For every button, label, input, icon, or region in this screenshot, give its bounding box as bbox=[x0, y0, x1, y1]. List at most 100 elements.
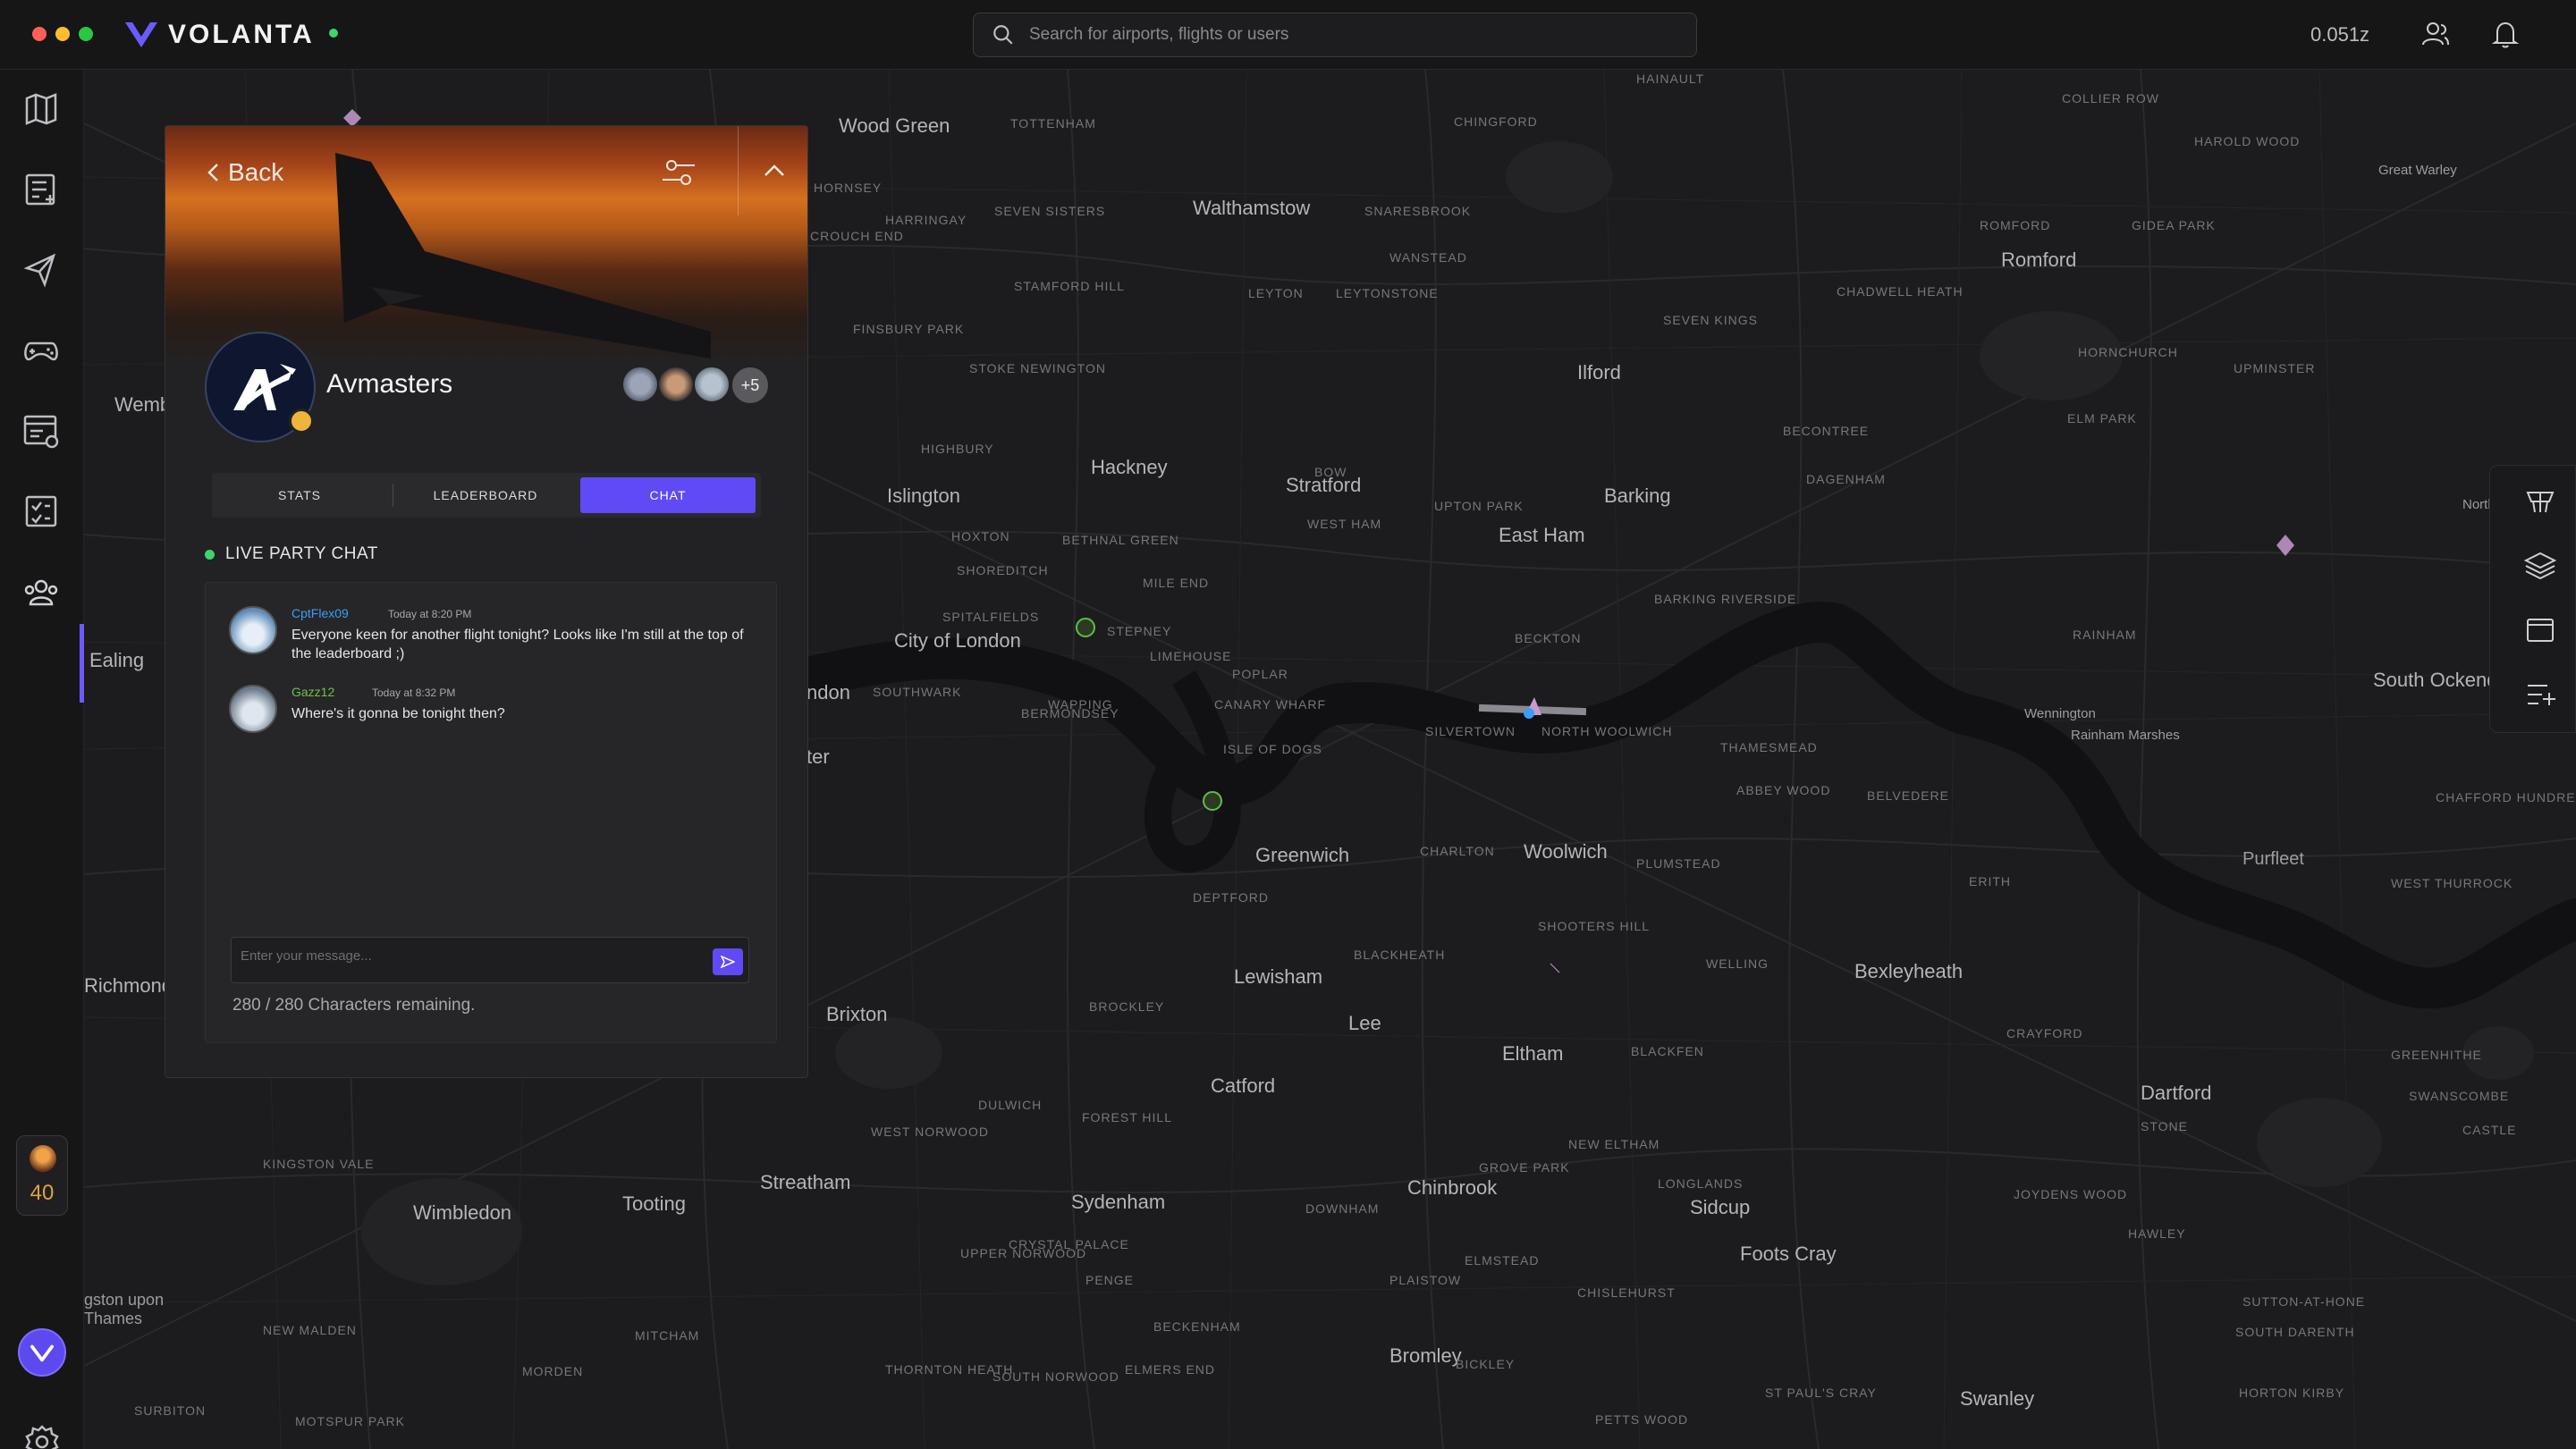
brand-logo: VOLANTA bbox=[123, 16, 338, 54]
title-bar: VOLANTA 0.051z bbox=[0, 0, 2576, 70]
search-bar[interactable] bbox=[973, 13, 1697, 57]
member-avatar[interactable] bbox=[693, 366, 731, 403]
map-label: CHAFFORD HUNDRED bbox=[2436, 790, 2576, 805]
map-label: STEPNEY bbox=[1107, 624, 1172, 638]
map-label: SNARESBROOK bbox=[1364, 204, 1472, 218]
map-label: GREENHITHE bbox=[2391, 1048, 2482, 1062]
map-label: GIDEA PARK bbox=[2132, 218, 2216, 232]
map-label: CANARY WHARF bbox=[1214, 697, 1327, 712]
message-username[interactable]: CptFlex09 bbox=[291, 606, 349, 620]
map-label: CROUCH END bbox=[810, 229, 904, 243]
map-label: BECKENHAM bbox=[1153, 1319, 1241, 1334]
message-avatar[interactable] bbox=[229, 685, 277, 733]
map-label: DOWNHAM bbox=[1305, 1201, 1380, 1216]
message-timestamp: Today at 8:32 PM bbox=[372, 687, 456, 699]
map-label: SPITALFIELDS bbox=[942, 610, 1040, 624]
map-label: BLACKHEATH bbox=[1354, 948, 1446, 962]
settings-icon[interactable] bbox=[21, 1421, 63, 1449]
map-label: CRYSTAL PALACE bbox=[1009, 1237, 1129, 1251]
window-icon[interactable] bbox=[2522, 612, 2558, 648]
checklist-icon[interactable] bbox=[20, 490, 63, 533]
tab-stats[interactable]: STATS bbox=[219, 477, 380, 513]
back-button[interactable]: Back bbox=[205, 158, 283, 187]
map-label: BELVEDERE bbox=[1867, 788, 1949, 803]
map-label: BECKTON bbox=[1515, 631, 1582, 645]
gamepad-icon[interactable] bbox=[20, 329, 63, 372]
zulu-clock: 0.051z bbox=[2310, 23, 2370, 46]
map-label: Dartford bbox=[2141, 1082, 2212, 1104]
map-label: BECONTREE bbox=[1783, 424, 1870, 438]
member-avatar[interactable] bbox=[657, 366, 695, 403]
pilot-level-card[interactable]: 40 bbox=[16, 1135, 68, 1216]
chat-message: Gazz12 Today at 8:32 PM Where's it gonna… bbox=[229, 685, 747, 738]
map-label: ndon bbox=[807, 681, 850, 703]
map-label: UPTON PARK bbox=[1434, 499, 1524, 513]
groups-icon[interactable] bbox=[20, 570, 63, 613]
map-label: WAPPING bbox=[1048, 697, 1113, 712]
map-label: gston upon Thames bbox=[84, 1291, 165, 1327]
map-label: HAWLEY bbox=[2128, 1226, 2186, 1241]
map-label: LEYTON bbox=[1248, 286, 1304, 300]
map-label: Streatham bbox=[760, 1171, 851, 1193]
map-label: Catford bbox=[1211, 1074, 1276, 1097]
map-label: ELMERS END bbox=[1125, 1362, 1216, 1377]
map-label: Barking bbox=[1604, 484, 1671, 507]
send-button[interactable] bbox=[713, 948, 743, 975]
airport-icon[interactable] bbox=[2522, 484, 2558, 519]
tab-leaderboard[interactable]: LEADERBOARD bbox=[405, 477, 566, 513]
map-label: Walthamstow bbox=[1193, 197, 1311, 219]
layers-icon[interactable] bbox=[2522, 548, 2558, 584]
map-label: Brixton bbox=[826, 1003, 888, 1025]
bell-icon[interactable] bbox=[2489, 18, 2521, 50]
search-input[interactable] bbox=[1029, 25, 1655, 45]
minimize-window-button[interactable] bbox=[55, 27, 70, 41]
map-label: Sidcup bbox=[1690, 1196, 1751, 1218]
map-label: PETTS WOOD bbox=[1595, 1412, 1689, 1427]
send-icon bbox=[721, 956, 735, 968]
map-label: COLLIER ROW bbox=[2062, 91, 2160, 105]
logbook-icon[interactable] bbox=[20, 168, 63, 211]
map-label: PENGE bbox=[1085, 1273, 1135, 1287]
map-label: STOKE NEWINGTON bbox=[969, 361, 1106, 375]
chevron-up-icon bbox=[764, 164, 784, 176]
map-label: Eltham bbox=[1502, 1042, 1564, 1065]
flights-icon[interactable] bbox=[20, 249, 63, 291]
schedule-icon[interactable] bbox=[20, 409, 63, 452]
map-label: KINGSTON VALE bbox=[263, 1157, 375, 1171]
users-icon[interactable] bbox=[2420, 18, 2452, 50]
chat-box: CptFlex09 Today at 8:20 PM Everyone keen… bbox=[205, 582, 777, 1043]
group-panel: Back Avmasters +5 STATS LEADERBOARD CHAT… bbox=[165, 125, 808, 1078]
collapse-button[interactable] bbox=[738, 126, 807, 215]
map-label: GROVE PARK bbox=[1479, 1160, 1570, 1175]
member-avatar[interactable] bbox=[621, 366, 659, 403]
map-label: NEW ELTHAM bbox=[1568, 1137, 1660, 1151]
map-label: CRAYFORD bbox=[2006, 1026, 2083, 1040]
map-label: BETHNAL GREEN bbox=[1062, 533, 1179, 547]
more-members-badge[interactable]: +5 bbox=[731, 366, 770, 405]
maximize-window-button[interactable] bbox=[79, 27, 93, 41]
map-label: Tooting bbox=[622, 1192, 686, 1215]
map-label: SHOOTERS HILL bbox=[1538, 919, 1651, 933]
message-avatar[interactable] bbox=[229, 606, 277, 654]
chat-input-box[interactable] bbox=[231, 937, 749, 983]
map-label: PLAISTOW bbox=[1389, 1273, 1462, 1287]
map-icon[interactable] bbox=[20, 88, 63, 131]
route-icon[interactable] bbox=[2522, 675, 2558, 711]
map-label: SILVERTOWN bbox=[1425, 724, 1516, 738]
tab-chat[interactable]: CHAT bbox=[580, 477, 756, 513]
chat-title: LIVE PARTY CHAT bbox=[225, 544, 378, 563]
volanta-logo-button[interactable] bbox=[18, 1328, 66, 1377]
chat-message-input[interactable] bbox=[241, 948, 688, 964]
filter-icon[interactable] bbox=[659, 153, 698, 192]
message-username[interactable]: Gazz12 bbox=[291, 685, 334, 699]
characters-remaining: 280 / 280 Characters remaining. bbox=[232, 996, 476, 1015]
map-label: LIMEHOUSE bbox=[1150, 649, 1232, 663]
map-label: HAINAULT bbox=[1636, 72, 1705, 86]
map-label: SOUTHWARK bbox=[873, 685, 962, 699]
map-label: WANSTEAD bbox=[1389, 250, 1467, 265]
message-text: Everyone keen for another flight tonight… bbox=[291, 628, 744, 661]
close-window-button[interactable] bbox=[32, 27, 46, 41]
map-label: HAROLD WOOD bbox=[2194, 134, 2301, 148]
pilot-avatar bbox=[30, 1145, 56, 1172]
map-label: HORTON KIRBY bbox=[2239, 1386, 2345, 1400]
